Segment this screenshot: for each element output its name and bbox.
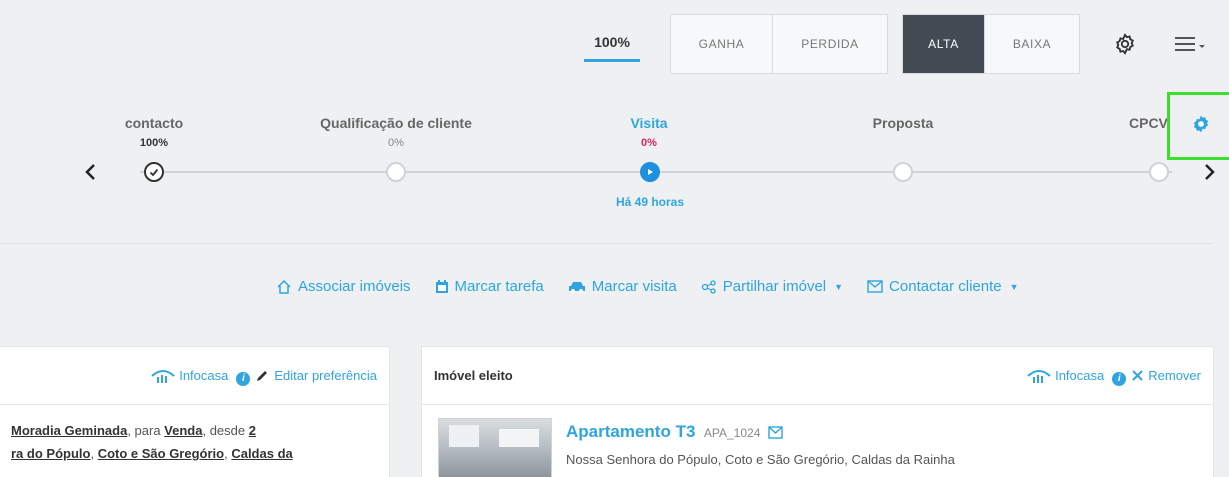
- business-type-link[interactable]: Venda: [164, 423, 202, 438]
- gear-outline-icon[interactable]: [1111, 30, 1139, 58]
- stage-node[interactable]: [893, 162, 913, 182]
- elected-panel-header: Imóvel eleito Infocasa i Remover: [422, 347, 1213, 405]
- close-icon: [1132, 370, 1143, 381]
- stage-proposta[interactable]: Proposta: [793, 115, 1013, 151]
- preferences-summary: Moradia Geminada, para Venda, desde 2 ra…: [0, 405, 389, 465]
- remove-link[interactable]: Remover: [1132, 368, 1201, 383]
- chevron-right-icon[interactable]: [1200, 160, 1220, 184]
- schedule-task-link[interactable]: Marcar tarefa: [435, 278, 544, 295]
- preferences-line: ra do Pópulo, Coto e São Gregório, Calda…: [11, 442, 389, 465]
- infocasa-link[interactable]: Infocasa: [1027, 368, 1104, 384]
- outcome-button-group: GANHA PERDIDA: [670, 14, 888, 74]
- stage-name: contacto: [124, 115, 184, 131]
- home-icon: [276, 279, 292, 295]
- stage-percent: 0%: [641, 137, 657, 149]
- location-link[interactable]: Caldas da: [231, 446, 292, 461]
- chevron-left-icon[interactable]: [80, 160, 100, 184]
- preferences-panel-header: Infocasa i Editar preferência: [0, 347, 389, 405]
- location-link[interactable]: Coto e São Gregório: [98, 446, 224, 461]
- panel-title: Imóvel eleito: [434, 368, 513, 383]
- info-icon[interactable]: i: [1112, 371, 1127, 386]
- percent-tab[interactable]: 100%: [584, 30, 640, 62]
- action-bar: Associar imóveis Marcar tarefa Marcar vi…: [276, 278, 1043, 295]
- associate-properties-link[interactable]: Associar imóveis: [276, 278, 411, 295]
- infocasa-logo-icon: [1027, 368, 1051, 384]
- section-divider: [0, 243, 1212, 244]
- property-thumbnail[interactable]: [438, 418, 552, 477]
- stage-node-active[interactable]: [640, 162, 660, 182]
- play-icon: [648, 169, 653, 175]
- car-icon: [568, 280, 586, 294]
- edit-preference-link[interactable]: Editar preferência: [256, 368, 377, 383]
- remove-label: Remover: [1148, 368, 1201, 383]
- caret-down-icon: ▼: [834, 281, 844, 292]
- check-icon: [149, 168, 159, 177]
- property-title-link[interactable]: Apartamento T3: [566, 422, 695, 441]
- infocasa-label: Infocasa: [179, 368, 229, 383]
- stage-name: Qualificação de cliente: [320, 115, 472, 131]
- stage-node[interactable]: [1149, 162, 1169, 182]
- edit-preference-label: Editar preferência: [274, 368, 377, 383]
- share-icon: [701, 279, 717, 294]
- priority-button-group: ALTA BAIXA: [902, 14, 1080, 74]
- text: , para: [127, 423, 165, 438]
- property-title-row: Apartamento T3 APA_1024: [566, 422, 783, 442]
- envelope-icon: [867, 280, 883, 293]
- envelope-icon[interactable]: [768, 426, 783, 439]
- caret-down-icon: ▼: [1009, 281, 1019, 292]
- action-label: Marcar visita: [591, 278, 677, 295]
- stage-contacto[interactable]: contacto 100%: [44, 115, 264, 151]
- stage-node-done[interactable]: [144, 162, 164, 182]
- property-location: Nossa Senhora do Pópulo, Coto e São Greg…: [566, 452, 955, 467]
- stage-time-since: Há 49 horas: [615, 195, 685, 209]
- stage-visita[interactable]: Visita 0%: [539, 115, 759, 151]
- action-label: Contactar cliente: [889, 278, 1002, 295]
- share-property-dropdown[interactable]: Partilhar imóvel ▼: [701, 278, 843, 295]
- stage-name: Proposta: [872, 115, 934, 131]
- action-label: Associar imóveis: [298, 278, 411, 295]
- contact-client-dropdown[interactable]: Contactar cliente ▼: [867, 278, 1019, 295]
- property-reference: APA_1024: [703, 426, 761, 440]
- info-icon[interactable]: i: [236, 371, 251, 386]
- stage-name: Visita: [630, 115, 668, 131]
- schedule-visit-link[interactable]: Marcar visita: [568, 278, 677, 295]
- action-label: Partilhar imóvel: [722, 278, 827, 295]
- text: , desde: [202, 423, 249, 438]
- infocasa-label: Infocasa: [1055, 368, 1105, 383]
- location-link[interactable]: ra do Pópulo: [11, 446, 90, 461]
- pencil-icon: [256, 370, 268, 382]
- calendar-icon: [435, 279, 449, 294]
- high-priority-button[interactable]: ALTA: [903, 15, 985, 73]
- property-type-link[interactable]: Moradia Geminada: [11, 423, 127, 438]
- action-label: Marcar tarefa: [454, 278, 544, 295]
- min-value-link[interactable]: 2: [249, 423, 256, 438]
- won-button[interactable]: GANHA: [671, 15, 773, 73]
- infocasa-link[interactable]: Infocasa: [151, 368, 228, 384]
- stage-qualificacao[interactable]: Qualificação de cliente 0%: [286, 115, 506, 151]
- preferences-line: Moradia Geminada, para Venda, desde 2: [11, 419, 389, 442]
- text: ,: [90, 446, 98, 461]
- lost-button[interactable]: PERDIDA: [773, 15, 887, 73]
- menu-lines-icon[interactable]: [1170, 30, 1212, 58]
- preferences-panel: Infocasa i Editar preferência Moradia Ge…: [0, 346, 390, 477]
- stage-node[interactable]: [386, 162, 406, 182]
- stage-percent: 0%: [388, 137, 404, 149]
- low-priority-button[interactable]: BAIXA: [985, 15, 1079, 73]
- settings-gear-icon[interactable]: [1191, 114, 1211, 139]
- stage-percent: [793, 137, 1013, 151]
- stage-percent: 100%: [139, 137, 169, 149]
- infocasa-logo-icon: [151, 368, 175, 384]
